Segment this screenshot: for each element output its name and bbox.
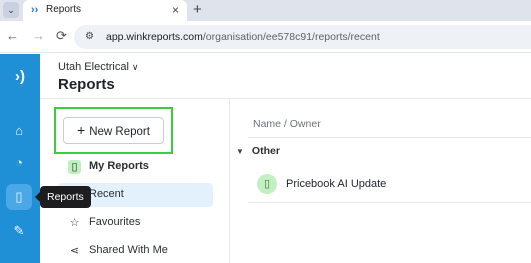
column-header-name-owner[interactable]: Name / Owner (253, 118, 321, 130)
tab-title: Reports (46, 4, 82, 15)
url-path: /organisation/ee578c91/reports/recent (202, 31, 380, 43)
caret-down-icon: ▼ (236, 147, 244, 156)
browser-tab-bar: ⌄ ›› Reports × + (0, 0, 531, 21)
url-bar[interactable]: ⚙ app.winkreports.com/organisation/ee578… (74, 25, 531, 49)
sidebar-item-my-reports[interactable]: ▯ My Reports (58, 155, 213, 179)
table-row[interactable]: ▯ Pricebook AI Update (248, 166, 531, 203)
gauge-icon[interactable]: ◔ (6, 150, 32, 176)
wink-logo-icon[interactable]: ›) (0, 68, 40, 85)
browser-tab[interactable]: ›› Reports × (23, 0, 187, 21)
address-toolbar: ← → ⟳ ⚙ app.winkreports.com/organisation… (0, 21, 531, 53)
sidebar-item-label: My Reports (89, 160, 149, 172)
share-icon: ⋖ (69, 245, 80, 257)
reports-tooltip: Reports (35, 186, 91, 208)
sidebar-item-label: Shared With Me (89, 244, 168, 256)
app-rail: ›) ⌂ ◔ ▯ ✎ (0, 54, 40, 263)
url-text: app.winkreports.com/organisation/ee578c9… (106, 31, 380, 43)
wink-favicon-icon: ›› (31, 4, 39, 16)
sidebar-item-shared-with-me[interactable]: ⋖ Shared With Me (58, 239, 213, 263)
star-icon: ☆ (69, 217, 80, 229)
report-icon: ▯ (68, 160, 81, 174)
org-name: Utah Electrical (58, 61, 129, 73)
header-divider (248, 137, 531, 138)
back-icon[interactable]: ← (6, 28, 19, 44)
url-host: app.winkreports.com (106, 31, 203, 43)
new-tab-button[interactable]: + (193, 1, 202, 19)
new-report-button[interactable]: + New Report (63, 117, 164, 144)
chevron-down-icon: ∨ (131, 62, 139, 72)
sidebar-item-favourites[interactable]: ☆ Favourites (58, 211, 213, 235)
group-toggle-other[interactable]: ▼ Other (236, 145, 280, 157)
tab-menu-button[interactable]: ⌄ (3, 2, 19, 18)
tab-close-button[interactable]: × (172, 3, 179, 17)
sidebar-item-label: Recent (89, 188, 124, 200)
plus-icon: + (77, 122, 86, 138)
page-title: Reports (58, 76, 115, 93)
site-settings-icon[interactable]: ⚙ (85, 31, 94, 42)
report-icon[interactable]: ▯ (6, 184, 32, 210)
sidebar-item-label: Favourites (89, 216, 141, 228)
plug-icon[interactable]: ✎ (6, 218, 32, 244)
new-report-label: New Report (89, 126, 150, 138)
org-switcher[interactable]: Utah Electrical ∨ (58, 61, 139, 73)
report-icon: ▯ (257, 174, 277, 194)
forward-icon[interactable]: → (32, 28, 45, 44)
home-icon[interactable]: ⌂ (6, 118, 32, 144)
group-label: Other (251, 145, 280, 157)
report-name[interactable]: Pricebook AI Update (286, 178, 386, 190)
reload-icon[interactable]: ⟳ (56, 28, 67, 44)
